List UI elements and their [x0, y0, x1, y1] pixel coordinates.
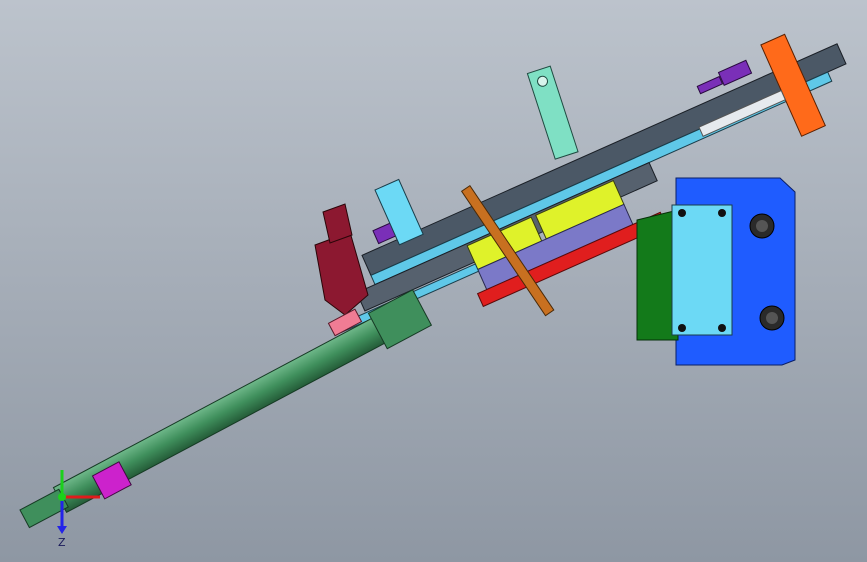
triad-origin	[58, 493, 66, 501]
screw-icon	[718, 324, 726, 332]
screw-icon	[718, 209, 726, 217]
screw-icon	[678, 209, 686, 217]
cyan-inner-plate[interactable]	[671, 204, 733, 336]
z-axis-label: Z	[58, 536, 66, 549]
screw-icon	[678, 324, 686, 332]
assembly-view[interactable]: Z	[0, 0, 867, 562]
cad-viewport[interactable]: Z	[0, 0, 867, 562]
hex-nut-center	[766, 312, 778, 324]
hex-nut-center	[756, 220, 768, 232]
